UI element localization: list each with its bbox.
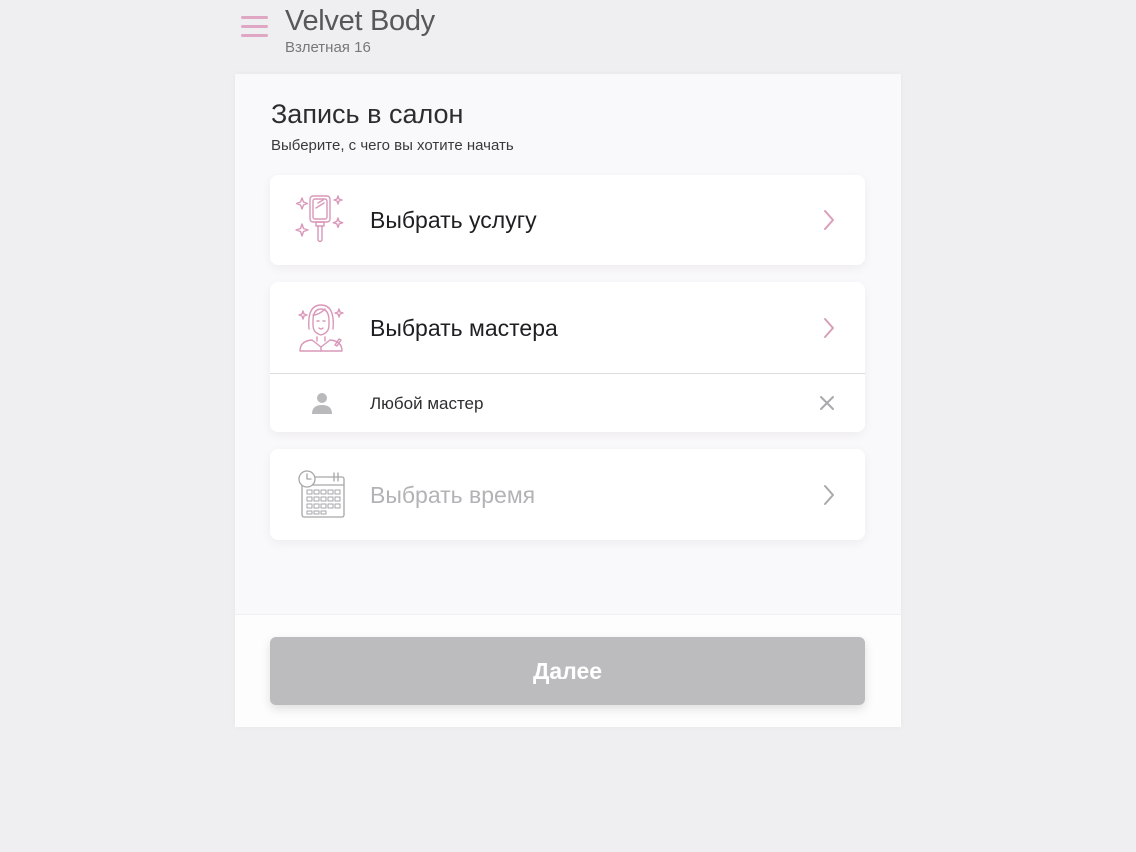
time-card: Выбрать время <box>270 449 865 540</box>
choose-service-label: Выбрать услугу <box>370 207 537 233</box>
choose-master-label: Выбрать мастера <box>370 315 558 341</box>
hamburger-menu-icon[interactable] <box>241 14 269 40</box>
choose-time-row[interactable]: Выбрать время <box>270 449 865 540</box>
footer-bar: Далее <box>235 614 901 727</box>
next-button[interactable]: Далее <box>270 637 865 705</box>
chevron-right-icon <box>824 485 834 505</box>
close-icon[interactable] <box>819 395 835 411</box>
choose-master-row[interactable]: Выбрать мастера <box>270 282 865 373</box>
chevron-right-icon <box>824 318 834 338</box>
chevron-right-icon <box>824 210 834 230</box>
page-subtitle: Выберите, с чего вы хотите начать <box>271 137 514 154</box>
choose-time-label: Выбрать время <box>370 482 536 508</box>
master-card: Выбрать мастера Любой мастер <box>270 282 865 432</box>
salon-name: Velvet Body <box>285 5 435 37</box>
service-card: Выбрать услугу <box>270 175 865 265</box>
page-title: Запись в салон <box>271 99 464 129</box>
hand-mirror-icon <box>295 195 344 243</box>
person-icon <box>312 393 332 414</box>
stylist-woman-icon <box>298 304 344 352</box>
app-header: Velvet Body Взлетная 16 <box>236 0 901 74</box>
selected-master-row: Любой мастер <box>270 374 865 432</box>
choose-service-row[interactable]: Выбрать услугу <box>270 175 865 265</box>
calendar-clock-icon <box>298 470 345 518</box>
salon-address: Взлетная 16 <box>285 39 371 56</box>
selected-master-label: Любой мастер <box>370 394 484 413</box>
booking-panel: Запись в салон Выберите, с чего вы хотит… <box>235 74 901 727</box>
